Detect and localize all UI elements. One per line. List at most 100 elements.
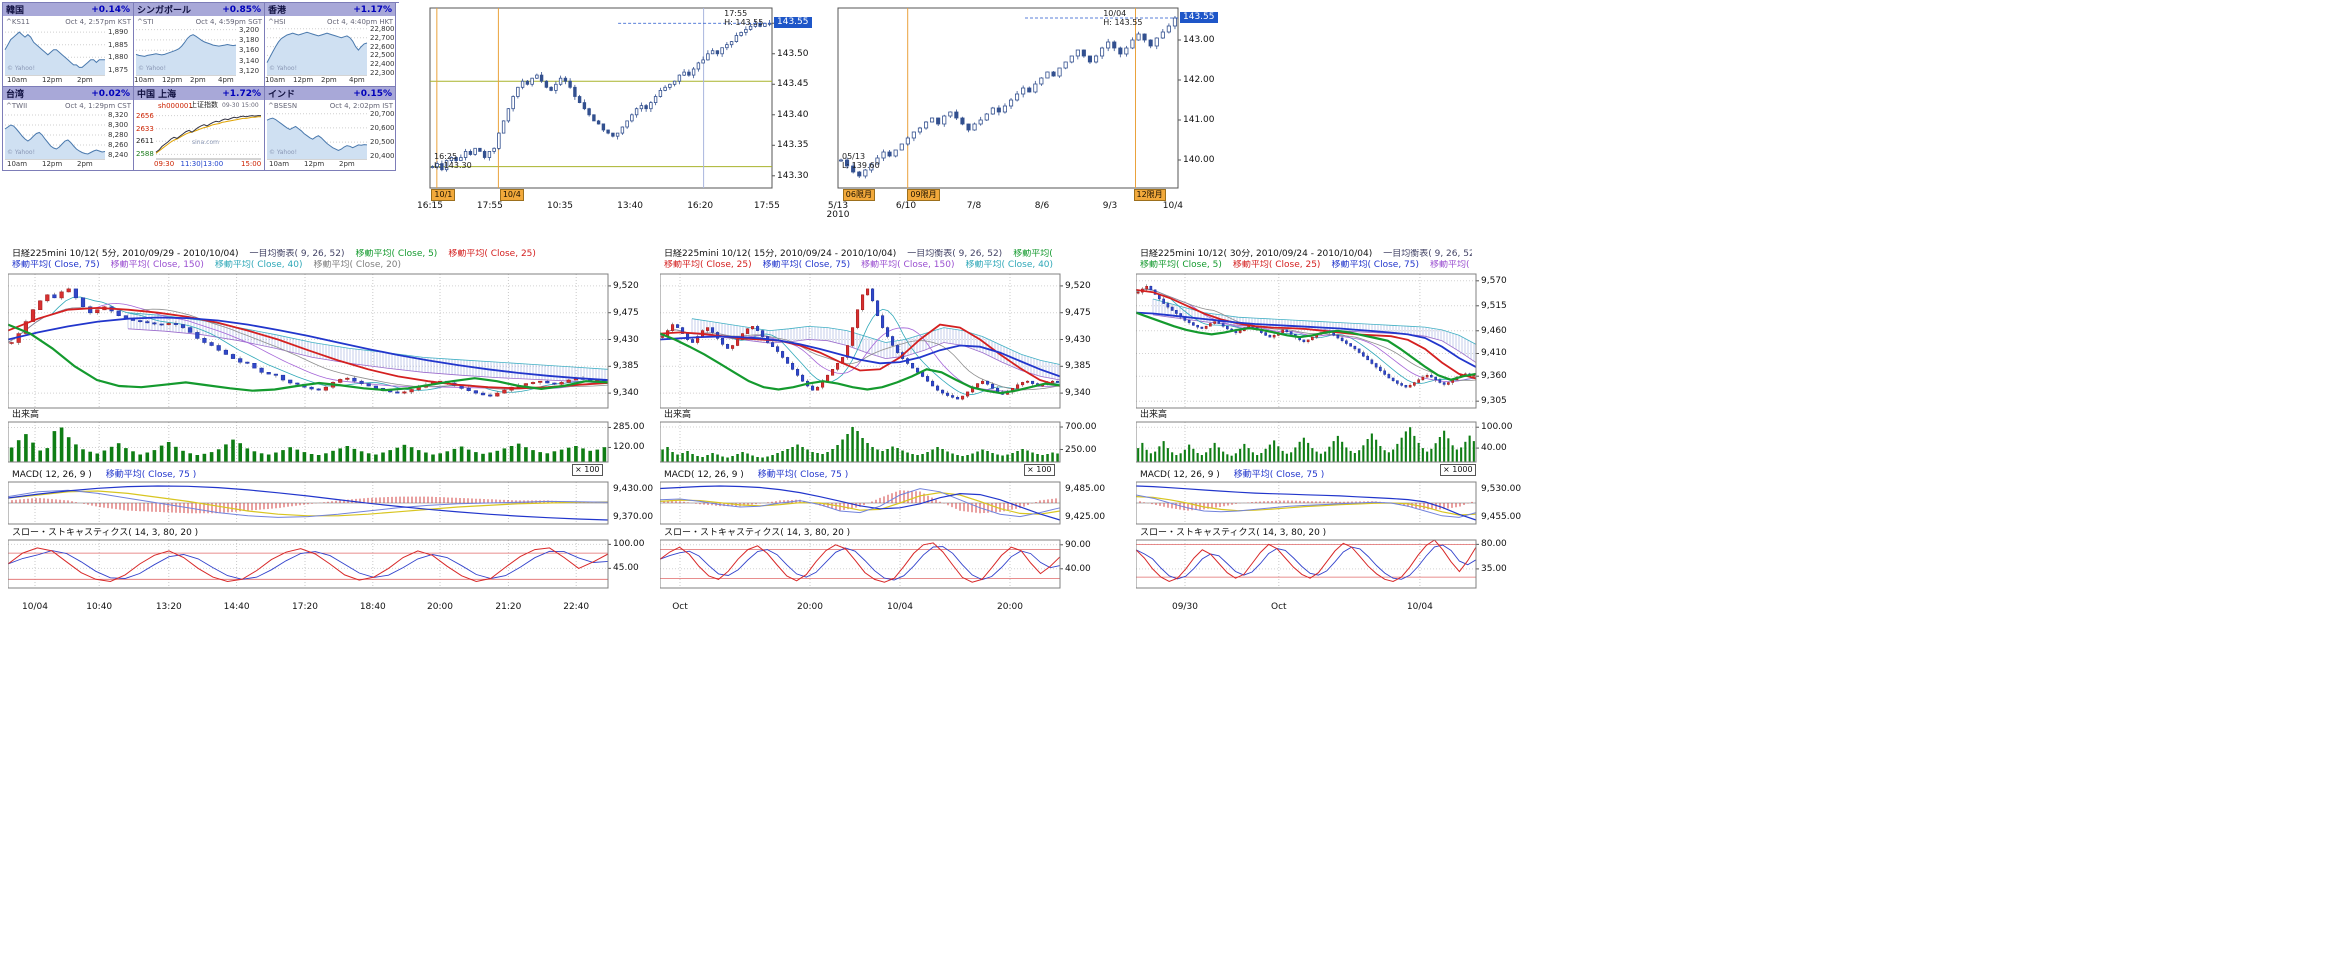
y-axis-label: 143.50 [777, 49, 809, 59]
chart-title: 日経225mini 10/12( 5分, 2010/09/29 - 2010/1… [12, 249, 239, 259]
price-y-label: 9,430 [1065, 335, 1091, 345]
stoch-y-label: 100.00 [613, 539, 645, 549]
macd-label: MACD( 12, 26, 9 )移動平均( Close, 75 ) [1140, 470, 1324, 480]
x-axis-label: 21:20 [485, 602, 531, 612]
x-tick-label: 10am [7, 76, 27, 84]
x-axis-label: 13:20 [146, 602, 192, 612]
macd-y-label: 9,530.00 [1481, 484, 1521, 494]
x-tick-label: 10am [7, 160, 27, 168]
volume-unit: × 100 [572, 464, 603, 476]
legend-row: 日経225mini 10/12( 5分, 2010/09/29 - 2010/1… [12, 249, 604, 260]
x-axis-label: 10/04 [1397, 602, 1443, 612]
volume-y-label: 120.00 [613, 442, 645, 452]
legend-row: 日経225mini 10/12( 15分, 2010/09/24 - 2010/… [664, 249, 1056, 260]
timestamp: Oct 4, 2:02pm IST [330, 102, 393, 110]
x-axis-label: 18:40 [350, 602, 396, 612]
x-tick-label: 11:30|13:00 [181, 160, 224, 168]
macd-label-ma: 移動平均( Close, 75 ) [758, 470, 848, 480]
x-axis-label: 9/3 [1088, 201, 1132, 211]
y-tick-label: 1,885 [108, 41, 128, 49]
y-axis-label: 142.00 [1183, 75, 1215, 85]
legend-item: 移動平均( Close, 75) [763, 260, 851, 270]
market-card-header: 中国 上海+1.72% [134, 87, 264, 100]
high-time-annotation: 17:55 [724, 9, 747, 18]
x-tick-label: 2pm [77, 160, 93, 168]
price-y-label: 9,385 [1065, 361, 1091, 371]
legend-item: 移動平均( Close, 75) [12, 260, 100, 270]
x-axis-label: 22:40 [553, 602, 599, 612]
macd-label: MACD( 12, 26, 9 ) 移動平均( Close, 75 ) [664, 470, 848, 480]
macd-label: MACD( 12, 26, 9 )移動平均( Close, 75 ) [12, 470, 196, 480]
x-axis-label: 10/04 [877, 602, 923, 612]
x-axis-label: 17:20 [282, 602, 328, 612]
x-axis-label: 10/4 [1151, 201, 1195, 211]
price-y-label: 9,340 [613, 388, 639, 398]
volume-label: 出来高 [1140, 410, 1167, 420]
volume-y-label: 285.00 [613, 422, 645, 432]
macd-label-ma: 移動平均( Close, 75 ) [1234, 470, 1324, 480]
low-price-annotation: L: 143.30 [434, 161, 472, 170]
jgb-daily-chart[interactable]: 143.00142.00141.00140.00143.555/136/107/… [830, 2, 1224, 224]
market-change: +1.72% [222, 89, 261, 99]
x-tick-label: 12pm [42, 160, 62, 168]
x-tick-label: 2pm [77, 76, 93, 84]
high-price-annotation: H: 143.55 [724, 18, 763, 27]
y-tick-label: 20,400 [370, 152, 395, 160]
legend-item: 移動平均( Close, 75) [1331, 260, 1419, 270]
y-tick-label: 8,300 [108, 121, 128, 129]
x-axis-label: 20:00 [417, 602, 463, 612]
x-tick-label: 4pm [218, 76, 234, 84]
legend-row: 日経225mini 10/12( 30分, 2010/09/24 - 2010/… [1140, 249, 1472, 260]
market-card-hongkong[interactable]: 香港+1.17%^HSIOct 4, 4:40pm HKT22,80022,70… [265, 3, 396, 87]
market-card-shanghai[interactable]: 中国 上海+1.72%sh000001上证指数09-30 15:00265626… [134, 87, 265, 171]
y-tick-label: 20,500 [370, 138, 395, 146]
legend-row: 移動平均( Close, 25)移動平均( Close, 75)移動平均( Cl… [664, 260, 1056, 271]
market-card-header: シンガポール+0.85% [134, 3, 264, 16]
nikkei-15min-plot[interactable] [660, 248, 1112, 618]
x-tick-label: 09:30 [154, 160, 174, 168]
market-name: 台湾 [6, 87, 24, 100]
market-name: 香港 [268, 3, 286, 16]
market-card-singapore[interactable]: シンガポール+0.85%^STIOct 4, 4:59pm SGT3,2003,… [134, 3, 265, 87]
market-card-india[interactable]: インド+0.15%^BSESNOct 4, 2:02pm IST20,70020… [265, 87, 396, 171]
stoch-y-label: 80.00 [1481, 539, 1507, 549]
y-tick-label: 22,500 [370, 51, 395, 59]
ticker-symbol: sh000001 [158, 102, 193, 110]
macd-label-main: MACD( 12, 26, 9 ) [664, 470, 744, 480]
ticker-symbol: ^TWII [6, 102, 27, 110]
x-axis-label: 13:40 [608, 201, 652, 211]
price-y-label: 9,410 [1481, 348, 1507, 358]
watermark: © Yahoo! [138, 65, 166, 72]
nikkei-30min-plot[interactable] [1136, 248, 1540, 618]
y-tick-label: 2656 [136, 112, 154, 120]
watermark: © Yahoo! [269, 149, 297, 156]
stoch-label: スロー・ストキャスティクス( 14, 3, 80, 20 ) [664, 528, 850, 538]
chart-title: 日経225mini 10/12( 30分, 2010/09/24 - 2010/… [1140, 249, 1372, 259]
y-tick-label: 1,880 [108, 53, 128, 61]
stoch-pane-frame [8, 540, 608, 588]
market-card-korea[interactable]: 韓国+0.14%^KS11Oct 4, 2:57pm KST1,8901,885… [3, 3, 134, 87]
legend-item: 一目均衡表( 9, 26, 52) [1383, 249, 1472, 259]
y-tick-label: 20,600 [370, 124, 395, 132]
nikkei-30min-panel[interactable]: 日経225mini 10/12( 30分, 2010/09/24 - 2010/… [1136, 248, 1540, 624]
market-change: +0.14% [91, 5, 130, 15]
nikkei-15min-panel[interactable]: 日経225mini 10/12( 15分, 2010/09/24 - 2010/… [660, 248, 1112, 624]
y-tick-label: 3,140 [239, 57, 259, 65]
market-card-taiwan[interactable]: 台湾+0.02%^TWIIOct 4, 1:29pm CST8,3208,300… [3, 87, 134, 171]
price-y-label: 9,570 [1481, 276, 1507, 286]
legend-item: 移動平均( Close, 5) [355, 249, 437, 259]
nikkei-5min-plot[interactable] [8, 248, 664, 618]
legend-row: 移動平均( Close, 5)移動平均( Close, 25)移動平均( Clo… [1140, 260, 1472, 271]
watermark: © Yahoo! [7, 65, 35, 72]
stoch-label: スロー・ストキャスティクス( 14, 3, 80, 20 ) [1140, 528, 1326, 538]
x-axis-label: 8/6 [1020, 201, 1064, 211]
jgb-intraday-plot[interactable] [416, 2, 820, 224]
nikkei-5min-panel[interactable]: 日経225mini 10/12( 5分, 2010/09/29 - 2010/1… [8, 248, 664, 624]
x-axis-label: Oct [657, 602, 703, 612]
price-y-label: 9,340 [1065, 388, 1091, 398]
y-axis-label: 143.00 [1183, 35, 1215, 45]
legend-item: 移動平均( Close, 25) [664, 260, 752, 270]
jgb-intraday-chart[interactable]: 143.55143.50143.45143.40143.35143.30143.… [416, 2, 820, 224]
legend-item: 移動平均( Close, 40) [215, 260, 303, 270]
y-tick-label: 3,200 [239, 26, 259, 34]
